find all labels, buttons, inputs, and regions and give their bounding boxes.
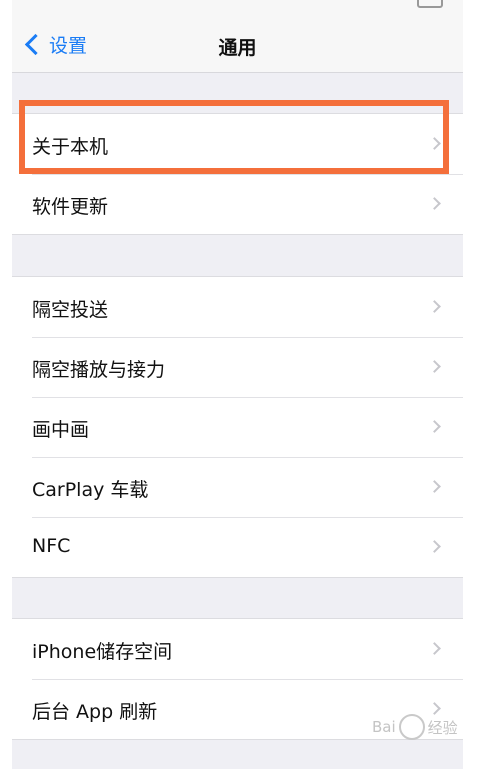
paw-icon — [398, 714, 425, 740]
chevron-right-icon — [428, 642, 441, 655]
row-label: 隔空投送 — [32, 299, 109, 321]
settings-group-continuity: 隔空投送 隔空播放与接力 画中画 CarPlay 车载 NFC — [12, 276, 463, 578]
row-software-update[interactable]: 软件更新 — [12, 174, 463, 234]
row-nfc[interactable]: NFC — [12, 517, 463, 577]
navigation-bar: 设置 通用 — [12, 12, 463, 73]
chevron-right-icon — [428, 300, 441, 313]
row-label: 画中画 — [32, 419, 90, 441]
row-iphone-storage[interactable]: iPhone储存空间 — [12, 619, 463, 679]
row-label: iPhone储存空间 — [32, 641, 173, 663]
chevron-right-icon — [428, 480, 441, 493]
chevron-right-icon — [428, 540, 441, 553]
watermark-text-left: Bai — [372, 718, 396, 736]
settings-screen: 设置 通用 关于本机 软件更新 隔空投送 隔空播放与接力 画中画 CarPlay… — [12, 0, 463, 769]
row-label: CarPlay 车载 — [32, 479, 149, 501]
row-label: 隔空播放与接力 — [32, 359, 166, 381]
row-carplay[interactable]: CarPlay 车载 — [12, 457, 463, 517]
row-label: NFC — [32, 535, 71, 557]
chevron-right-icon — [428, 702, 441, 715]
row-label: 后台 App 刷新 — [32, 701, 158, 723]
chevron-right-icon — [428, 360, 441, 373]
watermark-text-right: 经验 — [427, 718, 458, 737]
page-title: 通用 — [218, 37, 257, 59]
chevron-right-icon — [428, 420, 441, 433]
battery-icon — [417, 0, 443, 8]
row-picture-in-picture[interactable]: 画中画 — [12, 397, 463, 457]
chevron-right-icon — [428, 197, 441, 210]
highlight-box — [19, 100, 449, 174]
row-airdrop[interactable]: 隔空投送 — [12, 277, 463, 337]
status-bar — [12, 0, 463, 12]
row-label: 软件更新 — [32, 196, 109, 218]
row-airplay-handoff[interactable]: 隔空播放与接力 — [12, 337, 463, 397]
watermark: Bai 经验 — [372, 714, 458, 740]
